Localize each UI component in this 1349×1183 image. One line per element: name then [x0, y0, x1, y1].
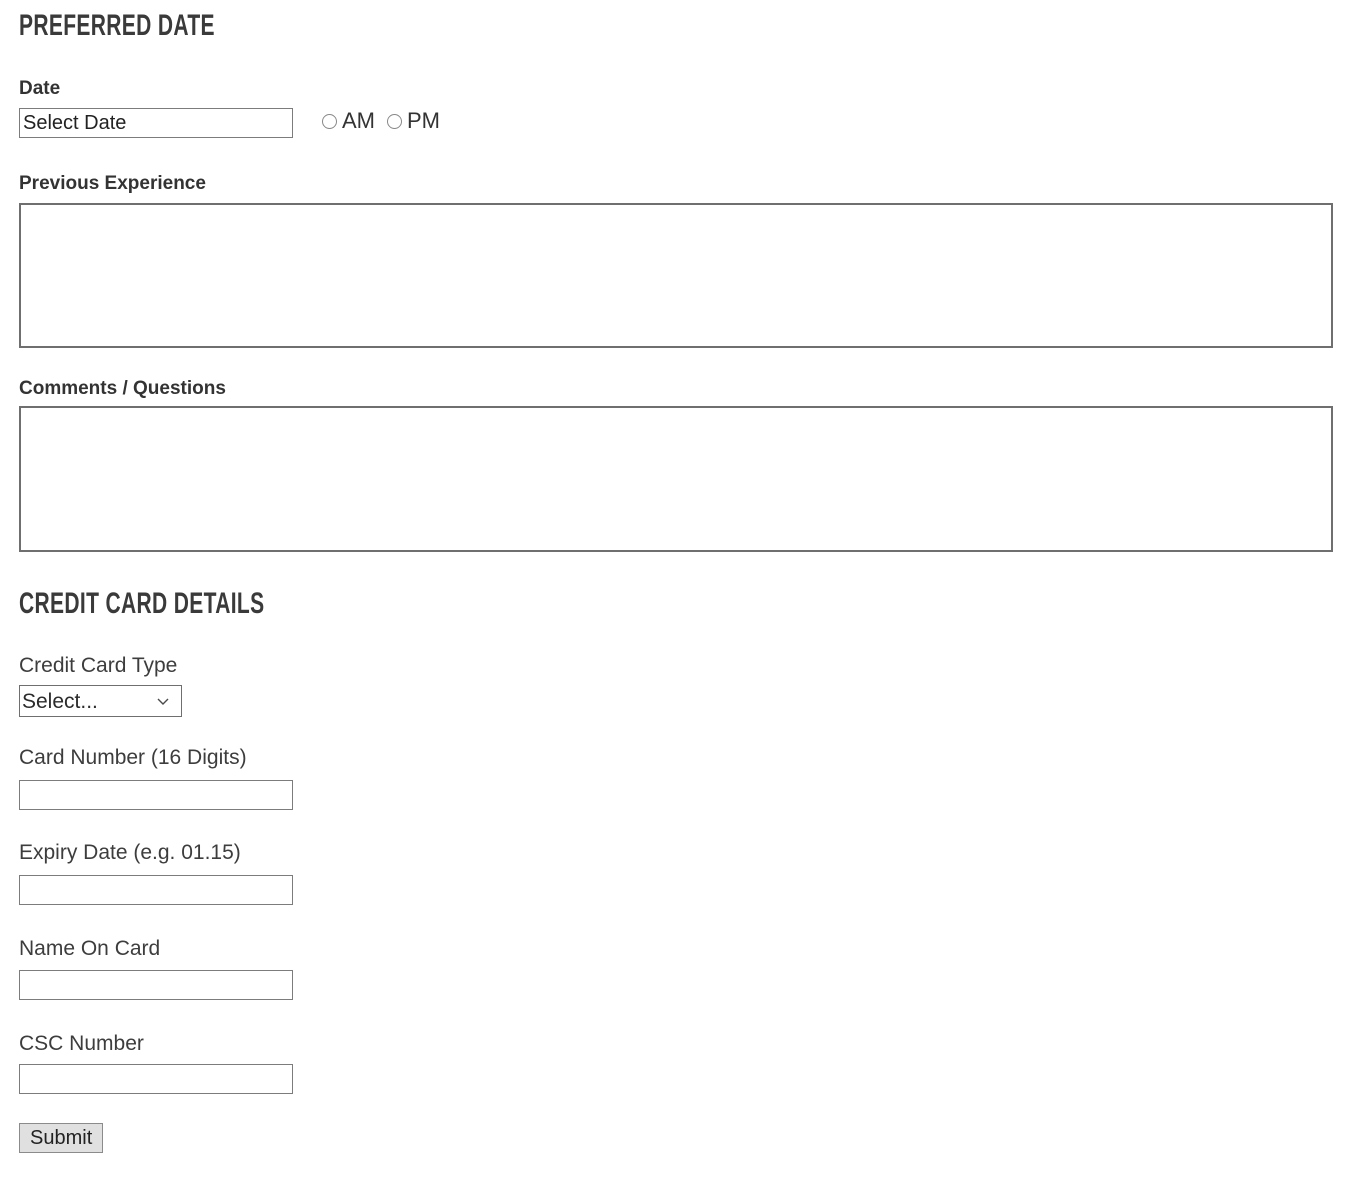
credit-card-type-label: Credit Card Type	[19, 654, 178, 677]
radio-am-label[interactable]: AM	[342, 110, 375, 132]
section-heading-credit-card-details: Credit Card Details	[19, 587, 265, 620]
radio-pm-label[interactable]: PM	[407, 110, 440, 132]
expiry-date-label: Expiry Date (e.g. 01.15)	[19, 841, 241, 864]
date-input[interactable]	[19, 108, 293, 138]
previous-experience-label: Previous Experience	[19, 173, 206, 194]
credit-card-type-select-wrap[interactable]: Select...	[19, 685, 182, 717]
radio-am-icon[interactable]	[322, 113, 337, 129]
time-of-day-radio-group: AM PM	[322, 110, 452, 132]
csc-number-label: CSC Number	[19, 1032, 144, 1055]
credit-card-heading-wrap: Credit Card Details	[19, 589, 370, 621]
name-on-card-label: Name On Card	[19, 937, 161, 960]
card-number-input[interactable]	[19, 780, 293, 810]
comments-questions-label: Comments / Questions	[19, 378, 226, 399]
preferred-date-heading-wrap: Preferred Date	[19, 11, 299, 43]
name-on-card-input[interactable]	[19, 970, 293, 1000]
csc-number-input[interactable]	[19, 1064, 293, 1094]
submit-button[interactable]: Submit	[19, 1123, 104, 1153]
radio-pm-icon[interactable]	[387, 113, 402, 129]
expiry-date-input[interactable]	[19, 875, 293, 905]
comments-questions-textarea[interactable]	[19, 406, 1333, 552]
previous-experience-textarea[interactable]	[19, 203, 1333, 348]
date-label: Date	[19, 78, 61, 99]
section-heading-preferred-date: Preferred Date	[19, 9, 215, 42]
credit-card-type-select[interactable]: Select...	[19, 685, 182, 717]
card-number-label: Card Number (16 Digits)	[19, 746, 247, 769]
form-page: Preferred Date Date AM PM Previous Exper…	[0, 0, 1349, 1183]
